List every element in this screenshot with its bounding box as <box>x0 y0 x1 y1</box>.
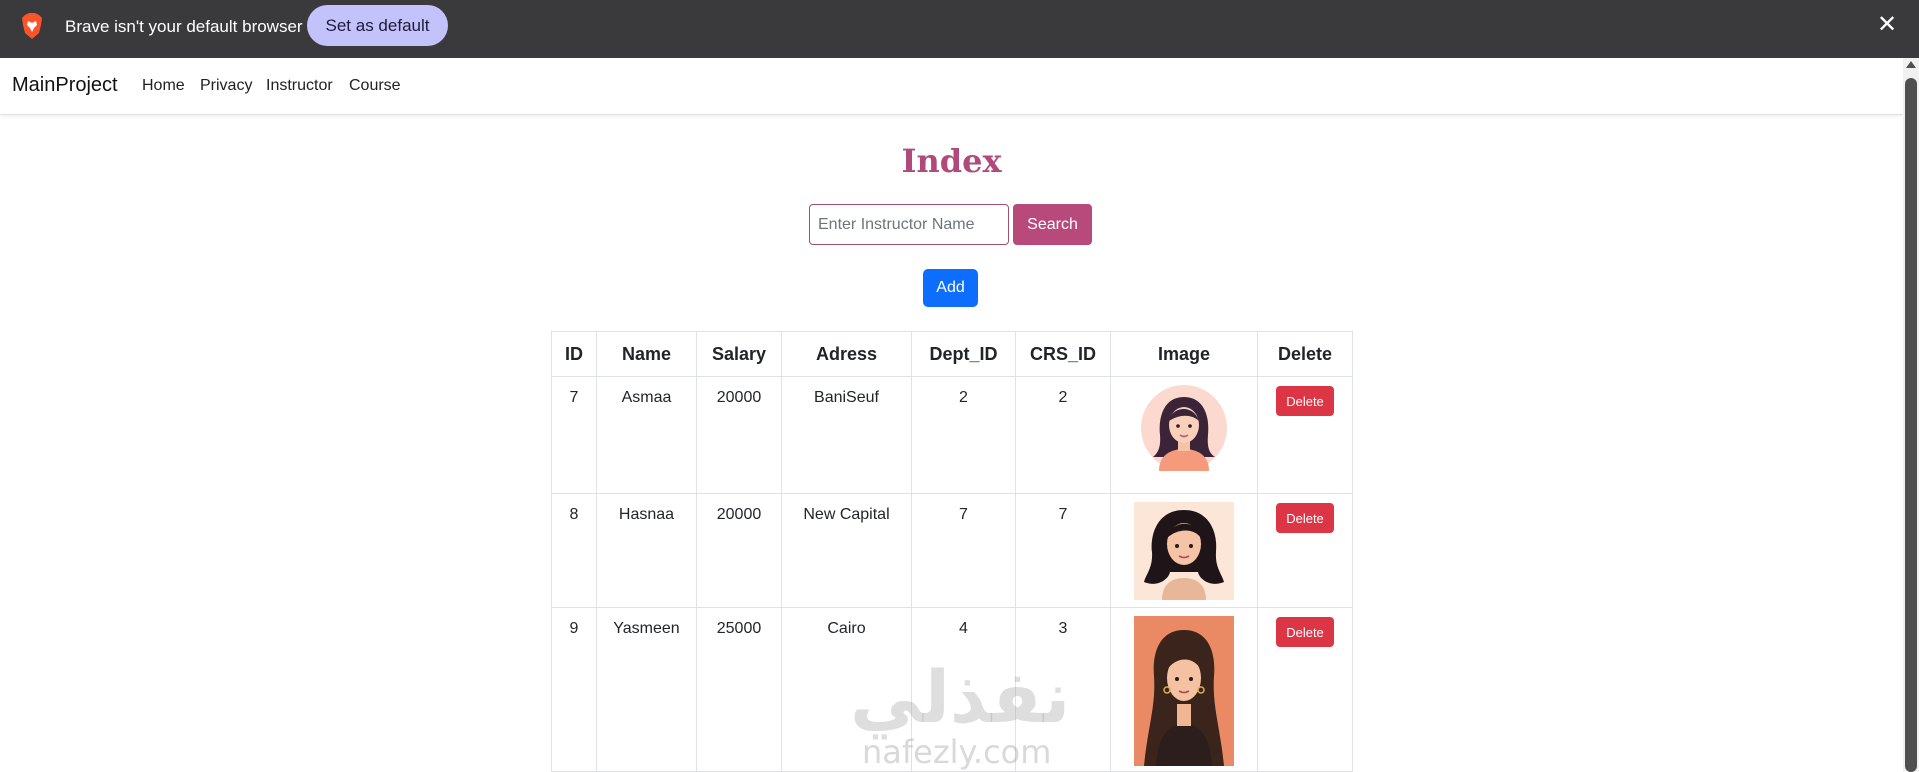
nav-link-home[interactable]: Home <box>142 77 185 95</box>
header-id: ID <box>551 331 597 377</box>
scroll-thumb[interactable] <box>1905 78 1917 772</box>
header-salary: Salary <box>696 331 782 377</box>
cell-crs-id: 2 <box>1015 376 1111 494</box>
cell-image <box>1110 493 1258 608</box>
cell-name: Yasmeen <box>596 607 697 772</box>
cell-id: 9 <box>551 607 597 772</box>
watermark-arabic: نفذلي <box>850 655 1071 739</box>
page-title: Index <box>901 142 1002 180</box>
instructor-search-input[interactable] <box>809 204 1009 245</box>
cell-delete: Delete <box>1257 607 1353 772</box>
instructor-avatar-image <box>1141 385 1227 471</box>
infobar-message: Brave isn't your default browser <box>65 17 303 36</box>
default-browser-infobar: Brave isn't your default browser Set as … <box>0 0 1919 58</box>
header-address: Adress <box>781 331 912 377</box>
nav-link-privacy[interactable]: Privacy <box>200 77 252 95</box>
delete-button[interactable]: Delete <box>1276 617 1334 647</box>
cell-address: BaniSeuf <box>781 376 912 494</box>
nav-link-course[interactable]: Course <box>349 77 401 95</box>
cell-image <box>1110 607 1258 772</box>
cell-id: 7 <box>551 376 597 494</box>
cell-dept-id: 2 <box>911 376 1016 494</box>
brand-link[interactable]: MainProject <box>12 74 118 97</box>
cell-name: Asmaa <box>596 376 697 494</box>
cell-crs-id: 7 <box>1015 493 1111 608</box>
cell-salary: 20000 <box>696 493 782 608</box>
nav-link-instructor[interactable]: Instructor <box>266 77 333 95</box>
cell-image <box>1110 376 1258 494</box>
cell-delete: Delete <box>1257 376 1353 494</box>
cell-delete: Delete <box>1257 493 1353 608</box>
table-row: 8 Hasnaa 20000 New Capital 7 7 Delete <box>551 493 1353 608</box>
cell-address: New Capital <box>781 493 912 608</box>
search-button[interactable]: Search <box>1013 204 1092 245</box>
delete-button[interactable]: Delete <box>1276 386 1334 416</box>
header-image: Image <box>1110 331 1258 377</box>
delete-button[interactable]: Delete <box>1276 503 1334 533</box>
cell-dept-id: 7 <box>911 493 1016 608</box>
set-as-default-button[interactable]: Set as default <box>307 5 448 46</box>
watermark-latin: nafezly.com <box>862 733 1052 771</box>
header-dept-id: Dept_ID <box>911 331 1016 377</box>
cell-id: 8 <box>551 493 597 608</box>
add-button[interactable]: Add <box>923 269 978 307</box>
header-delete: Delete <box>1257 331 1353 377</box>
instructor-avatar-image <box>1134 502 1234 600</box>
brave-lion-icon <box>22 13 42 39</box>
header-name: Name <box>596 331 697 377</box>
scroll-up-arrow-icon[interactable] <box>1906 61 1916 68</box>
close-icon[interactable]: ✕ <box>1876 13 1898 37</box>
top-navbar: MainProject Home Privacy Instructor Cour… <box>0 58 1903 115</box>
table-row: 7 Asmaa 20000 BaniSeuf 2 2 Delete <box>551 376 1353 494</box>
cell-name: Hasnaa <box>596 493 697 608</box>
header-crs-id: CRS_ID <box>1015 331 1111 377</box>
cell-salary: 20000 <box>696 376 782 494</box>
instructor-avatar-image <box>1134 616 1234 766</box>
table-header-row: ID Name Salary Adress Dept_ID CRS_ID Ima… <box>551 331 1353 377</box>
vertical-scrollbar[interactable] <box>1903 58 1919 772</box>
cell-salary: 25000 <box>696 607 782 772</box>
